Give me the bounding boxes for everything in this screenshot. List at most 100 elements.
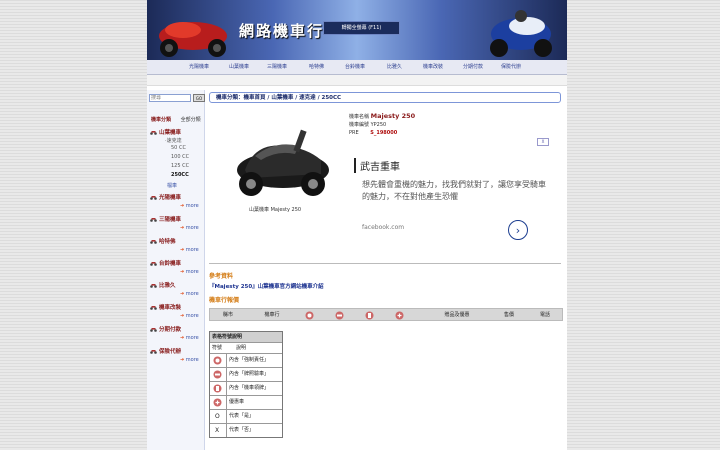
helmet-icon — [213, 356, 222, 365]
dealer-title: 機車行報價 — [209, 297, 240, 304]
tab-all-category[interactable]: 全部分類 — [181, 117, 201, 123]
sidebar-item-yamaha[interactable]: 山葉機車 — [150, 128, 181, 136]
legend-desc: 代表「是」 — [229, 413, 255, 419]
sidebar-item-label: 機車改裝 — [159, 305, 182, 311]
col-dealer: 機車行 — [264, 312, 280, 318]
legend-desc: 內含「強制責任」 — [229, 357, 270, 363]
arrow-icon: ➜ — [180, 225, 185, 231]
sidebar-item-modification[interactable]: 機車改裝 — [150, 303, 181, 311]
arrow-icon: ➜ — [180, 357, 185, 363]
search-button[interactable]: GO — [193, 94, 205, 102]
legend-col-symbol: 符號 — [212, 345, 223, 351]
site-banner: 網路機車行 轉獨全螢幕 (F11) — [147, 0, 567, 60]
sidebar-item-label: 三陽機車 — [159, 217, 182, 223]
more-link-sym[interactable]: ➜ more — [180, 225, 199, 231]
motorcycle-icon — [150, 306, 157, 310]
page-container: 網路機車行 轉獨全螢幕 (F11) 光陽機車 山葉機車 三陽機車 哈特佛 台鈴機… — [147, 0, 567, 450]
ad-arrow-button[interactable]: › — [508, 220, 528, 240]
tag-icon — [365, 311, 374, 320]
tab-category[interactable]: 機車分類 — [151, 117, 171, 123]
gift-icon — [395, 311, 404, 320]
nav-item-modification[interactable]: 機車改裝 — [423, 60, 443, 74]
ad-link[interactable]: facebook.com — [362, 224, 404, 231]
ad-text: 想先體會重機的魅力，找我們就對了，讓您享受騎車的魅力，不在對他產生恐懼 — [362, 180, 546, 201]
spec-model-value: YP250 — [370, 122, 387, 128]
legend-symbol: X — [215, 427, 220, 434]
more-link-installment[interactable]: ➜ more — [180, 335, 199, 341]
legend-title: 表格符號說明 — [210, 332, 282, 343]
ad-banner[interactable]: X 武吉重車 想先體會重機的魅力，找我們就對了，讓您享受騎車的魅力，不在對他產生… — [352, 138, 549, 246]
arrow-icon: ➜ — [180, 313, 185, 319]
ad-close-icon[interactable]: X — [537, 138, 549, 146]
legend-row: 優惠車 — [210, 396, 282, 410]
col-city: 縣市 — [222, 312, 233, 318]
sidebar-sub-125cc[interactable]: 125 CC — [171, 163, 189, 169]
scooter-photo — [237, 129, 329, 196]
fullscreen-button[interactable]: 轉獨全螢幕 (F11) — [323, 21, 400, 35]
sidebar-item-label: 保險代辦 — [159, 349, 182, 355]
nav-item-kymco[interactable]: 光陽機車 — [189, 60, 209, 74]
symbol-legend: 表格符號說明 符號 說明 內含「強制責任」 內含「牌照驗車」 內含「機車領牌」 — [209, 331, 283, 438]
motorcycle-icon — [150, 131, 157, 135]
nav-item-suzuki[interactable]: 台鈴機車 — [345, 60, 365, 74]
sidebar-item-kymco[interactable]: 光陽機車 — [150, 193, 181, 201]
sidebar-item-hartford[interactable]: 哈特佛 — [150, 237, 176, 245]
nav-item-insurance[interactable]: 保險代辦 — [501, 60, 521, 74]
legend-subheader: 符號 說明 — [210, 343, 282, 354]
more-label: more — [185, 313, 199, 319]
arrow-icon: ➜ — [180, 203, 185, 209]
more-label: more — [185, 247, 199, 253]
more-link-modification[interactable]: ➜ more — [180, 313, 199, 319]
spec-name: 機車名稱 Majesty 250 — [349, 112, 415, 120]
col-gifts: 贈品及優惠 — [444, 312, 470, 318]
sidebar-item-label: 哈特佛 — [159, 239, 176, 245]
spec-model-label: 機車編號 — [349, 122, 370, 128]
spec-price-label: PRE — [349, 130, 359, 136]
nav-item-pgo[interactable]: 比雅久 — [387, 60, 402, 74]
dealer-table-header: 縣市 機車行 贈品及優惠 售價 電話 — [209, 308, 563, 321]
sidebar-item-pgo[interactable]: 比雅久 — [150, 281, 176, 289]
reference-link[interactable]: 『Majesty 250』山葉機車官方網站機車介紹 — [209, 282, 324, 290]
sidebar-item-sym[interactable]: 三陽機車 — [150, 215, 181, 223]
spec-model: 機車編號 YP250 — [349, 121, 386, 128]
spec-name-value: Majesty 250 — [370, 112, 416, 120]
more-label: more — [185, 335, 199, 341]
sidebar-item-suzuki[interactable]: 台鈴機車 — [150, 259, 181, 267]
more-link-suzuki[interactable]: ➜ more — [180, 269, 199, 275]
legend-desc: 代表「否」 — [229, 427, 255, 433]
nav-item-yamaha[interactable]: 山葉機車 — [229, 60, 249, 74]
sidebar: GO 機車分類 全部分類 山葉機車 ·速克達 50 CC 100 CC 125 … — [147, 90, 205, 450]
legend-row: X 代表「否」 — [210, 424, 282, 437]
divider — [209, 263, 561, 264]
search-input[interactable] — [149, 94, 191, 102]
more-link-pgo[interactable]: ➜ more — [180, 291, 199, 297]
nav-item-hartford[interactable]: 哈特佛 — [309, 60, 324, 74]
more-link-kymco[interactable]: ➜ more — [180, 203, 199, 209]
sidebar-sub-scooter[interactable]: ·速克達 — [165, 137, 182, 144]
sidebar-item-label: 比雅久 — [159, 283, 176, 289]
nav-item-sym[interactable]: 三陽機車 — [267, 60, 287, 74]
nav-item-installment[interactable]: 分期付款 — [463, 60, 483, 74]
arrow-icon: ➜ — [180, 247, 185, 253]
sidebar-sub-250cc[interactable]: 250CC — [171, 172, 189, 178]
product-caption: 山葉機車 Majesty 250 — [249, 207, 302, 213]
sidebar-sub-manual[interactable]: 檔車 — [167, 182, 177, 189]
sidebar-sub-50cc[interactable]: 50 CC — [171, 145, 186, 151]
motorcycle-right-icon — [490, 10, 552, 57]
sidebar-item-installment[interactable]: 分期付款 — [150, 325, 181, 333]
more-label: more — [185, 225, 199, 231]
more-link-hartford[interactable]: ➜ more — [180, 247, 199, 253]
spec-price-value: S_198000 — [370, 130, 398, 136]
arrow-icon: ➜ — [180, 335, 185, 341]
motorcycle-icon — [150, 328, 157, 332]
motorcycle-icon — [150, 196, 157, 200]
helmet-icon — [305, 311, 314, 320]
col-price: 售價 — [503, 312, 514, 318]
site-title: 網路機車行 — [239, 22, 325, 40]
legend-col-desc: 說明 — [236, 345, 247, 351]
more-link-insurance[interactable]: ➜ more — [180, 357, 199, 363]
sidebar-sub-100cc[interactable]: 100 CC — [171, 154, 189, 160]
main-nav: 光陽機車 山葉機車 三陽機車 哈特佛 台鈴機車 比雅久 機車改裝 分期付款 保險… — [147, 60, 567, 75]
sidebar-item-insurance[interactable]: 保險代辦 — [150, 347, 181, 355]
motorcycle-icon — [150, 350, 157, 354]
